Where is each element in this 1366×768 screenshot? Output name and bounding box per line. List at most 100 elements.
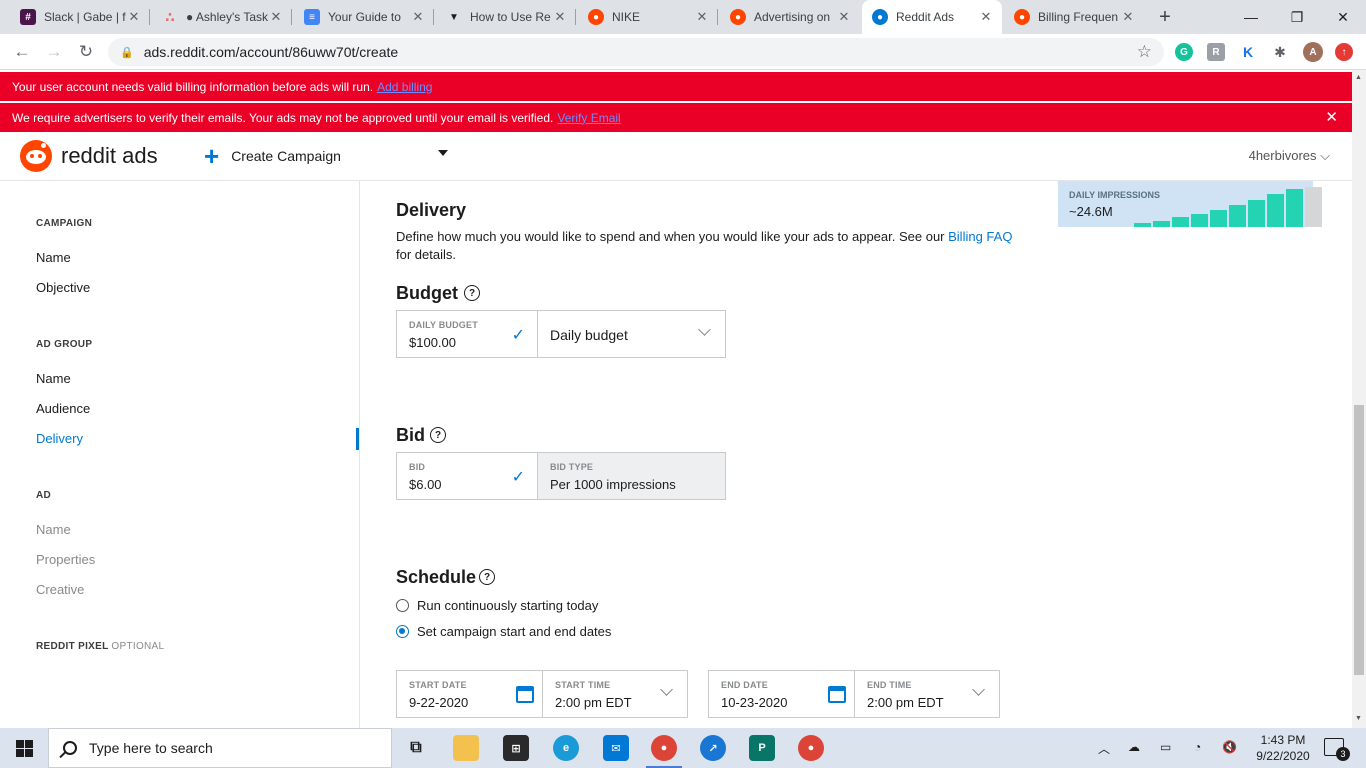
account-menu[interactable]: 4herbivores ⌵ <box>1249 148 1330 164</box>
extension-r-icon[interactable]: R <box>1207 43 1225 61</box>
minimize-button[interactable]: — <box>1228 0 1274 34</box>
wifi-icon[interactable]: ◔ <box>1194 740 1201 754</box>
end-date-input[interactable]: END DATE 10-23-2020 <box>708 670 855 718</box>
scrollbar-thumb[interactable] <box>1354 405 1364 675</box>
logo-text: reddit ads <box>61 143 158 168</box>
close-icon[interactable]: ✕ <box>410 9 426 25</box>
sidebar-item-adgroup-name[interactable]: Name <box>36 371 71 386</box>
chevron-up-icon[interactable]: ︿ <box>1098 740 1110 757</box>
restore-button[interactable]: ❐ <box>1274 0 1320 34</box>
task-view-icon[interactable]: ⧉ <box>403 735 429 761</box>
notification-center-icon[interactable]: 3 <box>1324 738 1350 761</box>
calendar-icon[interactable] <box>828 686 846 703</box>
new-tab-button[interactable]: + <box>1152 0 1178 34</box>
end-time-select[interactable]: END TIME 2:00 pm EDT <box>854 670 1000 718</box>
billing-faq-link[interactable]: Billing FAQ <box>948 229 1012 244</box>
scroll-up-icon[interactable]: ▲ <box>1355 74 1362 81</box>
sidebar-item-properties[interactable]: Properties <box>36 552 95 567</box>
chevron-down-icon <box>972 683 985 696</box>
docs-icon: ≡ <box>304 9 320 25</box>
page-scrollbar[interactable]: ▲ ▼ <box>1352 70 1366 728</box>
extension-k-icon[interactable]: K <box>1239 43 1257 61</box>
radio-label: Run continuously starting today <box>417 598 599 613</box>
publisher-icon[interactable]: P <box>749 735 775 761</box>
bid-input[interactable]: BID $6.00 ✓ <box>396 452 538 500</box>
search-icon <box>63 741 77 755</box>
help-icon[interactable]: ? <box>464 285 480 301</box>
update-icon[interactable]: ↑ <box>1335 43 1353 61</box>
browser-tab-advertising[interactable]: ● Advertising on ✕ <box>720 0 860 34</box>
close-icon[interactable]: ✕ <box>978 9 994 25</box>
close-window-button[interactable]: ✕ <box>1320 0 1366 34</box>
daily-budget-input[interactable]: DAILY BUDGET $100.00 ✓ <box>396 310 538 358</box>
close-icon[interactable]: ✕ <box>836 9 852 25</box>
notification-count-badge: 3 <box>1336 747 1350 761</box>
browser-tab-billing[interactable]: ● Billing Frequen ✕ <box>1004 0 1144 34</box>
radio-run-continuously[interactable]: Run continuously starting today <box>396 598 598 613</box>
battery-icon[interactable]: ▭ <box>1160 740 1171 754</box>
windows-start-button[interactable] <box>0 728 48 768</box>
close-icon[interactable]: ✕ <box>268 9 284 25</box>
taskbar-search-input[interactable]: Type here to search <box>48 728 392 768</box>
browser-tab-slack[interactable]: # Slack | Gabe | f ✕ <box>10 0 150 34</box>
sidebar-item-ad-name[interactable]: Name <box>36 522 71 537</box>
sidebar-item-audience[interactable]: Audience <box>36 401 90 416</box>
scroll-down-icon[interactable]: ▼ <box>1355 715 1362 722</box>
help-icon[interactable]: ? <box>479 569 495 585</box>
chrome-icon[interactable]: ● <box>646 735 682 768</box>
puzzle-icon[interactable]: ✱ <box>1271 43 1289 61</box>
mail-icon[interactable]: ✉ <box>603 735 629 761</box>
caret-down-icon[interactable] <box>438 150 448 156</box>
browser-tab-asana[interactable]: ∴ ● Ashley's Task ✕ <box>152 0 292 34</box>
edge-icon[interactable]: e <box>553 735 579 761</box>
sidebar-item-campaign-name[interactable]: Name <box>36 250 71 265</box>
app-compass-icon[interactable]: ↗ <box>700 735 726 761</box>
avatar[interactable]: A <box>1303 42 1323 62</box>
browser-tab-docs[interactable]: ≡ Your Guide to ✕ <box>294 0 434 34</box>
radio-set-dates[interactable]: Set campaign start and end dates <box>396 624 611 639</box>
help-icon[interactable]: ? <box>430 427 446 443</box>
close-icon[interactable]: ✕ <box>1325 108 1338 126</box>
volume-muted-icon[interactable]: 🔇 <box>1222 740 1237 754</box>
budget-type-select[interactable]: Daily budget <box>537 310 726 358</box>
start-time-select[interactable]: START TIME 2:00 pm EDT <box>542 670 688 718</box>
reddit-ads-logo[interactable]: reddit ads <box>20 140 158 172</box>
forward-arrow-icon[interactable]: → <box>42 40 66 64</box>
step-sidebar: CAMPAIGN Name Objective AD GROUP Name Au… <box>0 181 360 728</box>
cloud-icon[interactable]: ☁ <box>1128 740 1140 754</box>
start-date-input[interactable]: START DATE 9-22-2020 <box>396 670 543 718</box>
sidebar-item-creative[interactable]: Creative <box>36 582 84 597</box>
reload-icon[interactable]: ↻ <box>74 40 98 64</box>
close-icon[interactable]: ✕ <box>126 9 142 25</box>
add-billing-link[interactable]: Add billing <box>377 80 432 94</box>
browser-tab-strip: # Slack | Gabe | f ✕ ∴ ● Ashley's Task ✕… <box>0 0 1366 34</box>
bookmark-star-icon[interactable]: ☆ <box>1137 42 1152 62</box>
browser-tab-reddit-ads[interactable]: ● Reddit Ads ✕ <box>862 0 1002 34</box>
close-icon[interactable]: ✕ <box>1120 9 1136 25</box>
address-bar[interactable]: 🔒 ads.reddit.com/account/86uww70t/create… <box>108 38 1164 66</box>
close-icon[interactable]: ✕ <box>552 9 568 25</box>
grammarly-icon[interactable]: G <box>1175 43 1193 61</box>
impressions-bar <box>1248 200 1265 227</box>
reddit-pixel-heading[interactable]: REDDIT PIXEL OPTIONAL <box>36 641 164 652</box>
create-campaign-button[interactable]: + Create Campaign <box>204 143 341 169</box>
store-icon[interactable]: ⊞ <box>503 735 529 761</box>
verify-email-link[interactable]: Verify Email <box>557 111 620 125</box>
browser-tab-how-to[interactable]: ▼ How to Use Re ✕ <box>436 0 576 34</box>
sidebar-item-delivery[interactable]: Delivery <box>36 431 83 446</box>
field-label: DAILY BUDGET <box>409 320 478 330</box>
browser-tab-nike[interactable]: ● NIKE ✕ <box>578 0 718 34</box>
back-arrow-icon[interactable]: ← <box>10 40 34 64</box>
chevron-down-icon <box>660 683 673 696</box>
close-icon[interactable]: ✕ <box>694 9 710 25</box>
field-value: $6.00 <box>409 477 442 492</box>
tab-title: Billing Frequen <box>1038 10 1119 24</box>
taskbar-clock[interactable]: 1:43 PM 9/22/2020 <box>1248 732 1318 764</box>
file-explorer-icon[interactable] <box>453 735 479 761</box>
chrome-profile-icon[interactable]: ● <box>798 735 824 761</box>
field-label: START DATE <box>409 680 467 690</box>
field-value: 9-22-2020 <box>409 695 469 710</box>
sidebar-item-objective[interactable]: Objective <box>36 280 90 295</box>
field-value: $100.00 <box>409 335 456 350</box>
calendar-icon[interactable] <box>516 686 534 703</box>
